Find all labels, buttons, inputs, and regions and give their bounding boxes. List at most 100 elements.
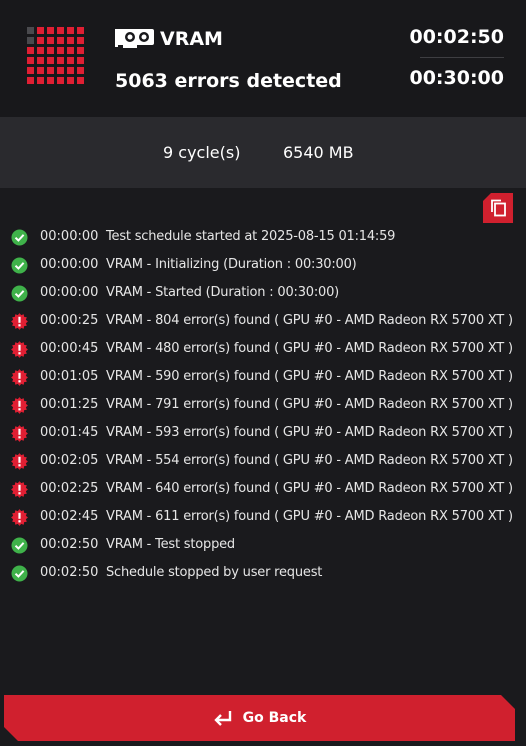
log-message: Test schedule started at 2025-08-15 01:1… <box>106 229 396 244</box>
memory-cell <box>57 27 64 34</box>
log-timestamp: 00:00:45 <box>40 341 99 356</box>
log-timestamp: 00:00:25 <box>40 313 99 328</box>
log-entry: 00:02:25 VRAM - 640 error(s) found ( GPU … <box>0 475 526 503</box>
log-entry: 00:00:00 VRAM - Started (Duration : 00:30… <box>0 279 526 307</box>
log-timestamp: 00:01:45 <box>40 425 99 440</box>
log-message: VRAM - 480 error(s) found ( GPU #0 - AMD… <box>106 341 513 356</box>
log-message: VRAM - Initializing (Duration : 00:30:00… <box>106 257 357 272</box>
memory-cell <box>47 27 54 34</box>
time-divider <box>420 57 504 58</box>
test-name: VRAM <box>160 28 223 50</box>
log-entry: 00:02:05 VRAM - 554 error(s) found ( GPU … <box>0 447 526 475</box>
log-message: Schedule stopped by user request <box>106 565 323 580</box>
memory-cell <box>57 67 64 74</box>
gpu-card-icon <box>115 29 154 48</box>
log-message: VRAM - 611 error(s) found ( GPU #0 - AMD… <box>106 509 513 524</box>
log-message: VRAM - 640 error(s) found ( GPU #0 - AMD… <box>106 481 513 496</box>
log-message: VRAM - 593 error(s) found ( GPU #0 - AMD… <box>106 425 513 440</box>
memory-cell <box>57 37 64 44</box>
memory-cell <box>27 47 34 54</box>
log-message: VRAM - 791 error(s) found ( GPU #0 - AMD… <box>106 397 513 412</box>
check-circle-icon <box>11 537 28 554</box>
error-gear-icon <box>11 481 28 498</box>
memory-cell <box>67 67 74 74</box>
elapsed-time: 00:02:50 <box>409 26 504 48</box>
log-entry: 00:01:05 VRAM - 590 error(s) found ( GPU … <box>0 363 526 391</box>
memory-cell <box>57 47 64 54</box>
memory-cell <box>67 57 74 64</box>
log-timestamp: 00:00:00 <box>40 229 99 244</box>
error-gear-icon <box>11 509 28 526</box>
log-timestamp: 00:01:25 <box>40 397 99 412</box>
memory-cell <box>47 77 54 84</box>
memory-cell <box>37 37 44 44</box>
log-message: VRAM - 804 error(s) found ( GPU #0 - AMD… <box>106 313 513 328</box>
error-gear-icon <box>11 397 28 414</box>
log-timestamp: 00:00:00 <box>40 285 99 300</box>
log-timestamp: 00:02:25 <box>40 481 99 496</box>
copy-log-button[interactable] <box>483 193 513 223</box>
cycles-count: 9 cycle(s) <box>163 143 241 162</box>
log-timestamp: 00:02:45 <box>40 509 99 524</box>
log-entry: 00:01:25 VRAM - 791 error(s) found ( GPU … <box>0 391 526 419</box>
check-circle-icon <box>11 565 28 582</box>
memory-cell <box>37 57 44 64</box>
total-duration: 00:30:00 <box>409 67 504 89</box>
memory-cell <box>27 37 34 44</box>
log-entry: 00:01:45 VRAM - 593 error(s) found ( GPU … <box>0 419 526 447</box>
memory-cell <box>27 57 34 64</box>
results-header: VRAM 5063 errors detected 00:02:50 00:30… <box>0 0 526 117</box>
memory-cell <box>47 67 54 74</box>
memory-cell <box>37 77 44 84</box>
memory-cell <box>47 57 54 64</box>
error-gear-icon <box>11 369 28 386</box>
go-back-button[interactable]: Go Back <box>4 695 515 741</box>
memory-cell <box>27 77 34 84</box>
log-entry: 00:00:45 VRAM - 480 error(s) found ( GPU … <box>0 335 526 363</box>
log-timestamp: 00:01:05 <box>40 369 99 384</box>
memory-cell <box>27 27 34 34</box>
log-entry: 00:00:25 VRAM - 804 error(s) found ( GPU … <box>0 307 526 335</box>
memory-cell <box>77 67 84 74</box>
error-gear-icon <box>11 313 28 330</box>
log-entry: 00:00:00 Test schedule started at 2025-08… <box>0 223 526 251</box>
memory-cell <box>77 47 84 54</box>
memory-cell <box>57 77 64 84</box>
memory-cell <box>37 67 44 74</box>
error-gear-icon <box>11 453 28 470</box>
stats-band: 9 cycle(s) 6540 MB <box>0 117 526 188</box>
memory-cell <box>77 77 84 84</box>
log-entry: 00:02:45 VRAM - 611 error(s) found ( GPU … <box>0 503 526 531</box>
memory-chip-icon <box>27 27 84 84</box>
error-gear-icon <box>11 425 28 442</box>
errors-summary: 5063 errors detected <box>115 70 342 92</box>
memory-cell <box>47 37 54 44</box>
memory-cell <box>27 67 34 74</box>
memory-cell <box>57 57 64 64</box>
log-timestamp: 00:02:50 <box>40 537 99 552</box>
memory-cell <box>67 47 74 54</box>
copy-icon <box>491 199 506 217</box>
log-message: VRAM - 554 error(s) found ( GPU #0 - AMD… <box>106 453 513 468</box>
memory-cell <box>77 37 84 44</box>
log-entry: 00:02:50 Schedule stopped by user request <box>0 559 526 587</box>
log-message: VRAM - Test stopped <box>106 537 235 552</box>
log-timestamp: 00:00:00 <box>40 257 99 272</box>
memory-cell <box>37 27 44 34</box>
log-timestamp: 00:02:50 <box>40 565 99 580</box>
memory-cell <box>77 57 84 64</box>
log-message: VRAM - 590 error(s) found ( GPU #0 - AMD… <box>106 369 513 384</box>
log-message: VRAM - Started (Duration : 00:30:00) <box>106 285 340 300</box>
check-circle-icon <box>11 285 28 302</box>
memory-cell <box>77 27 84 34</box>
event-log: 00:00:00 Test schedule started at 2025-08… <box>0 223 526 587</box>
return-arrow-icon <box>213 709 233 727</box>
check-circle-icon <box>11 229 28 246</box>
memory-cell <box>47 47 54 54</box>
log-entry: 00:02:50 VRAM - Test stopped <box>0 531 526 559</box>
error-gear-icon <box>11 341 28 358</box>
check-circle-icon <box>11 257 28 274</box>
go-back-label: Go Back <box>242 710 307 726</box>
memory-cell <box>67 37 74 44</box>
memory-cell <box>67 27 74 34</box>
